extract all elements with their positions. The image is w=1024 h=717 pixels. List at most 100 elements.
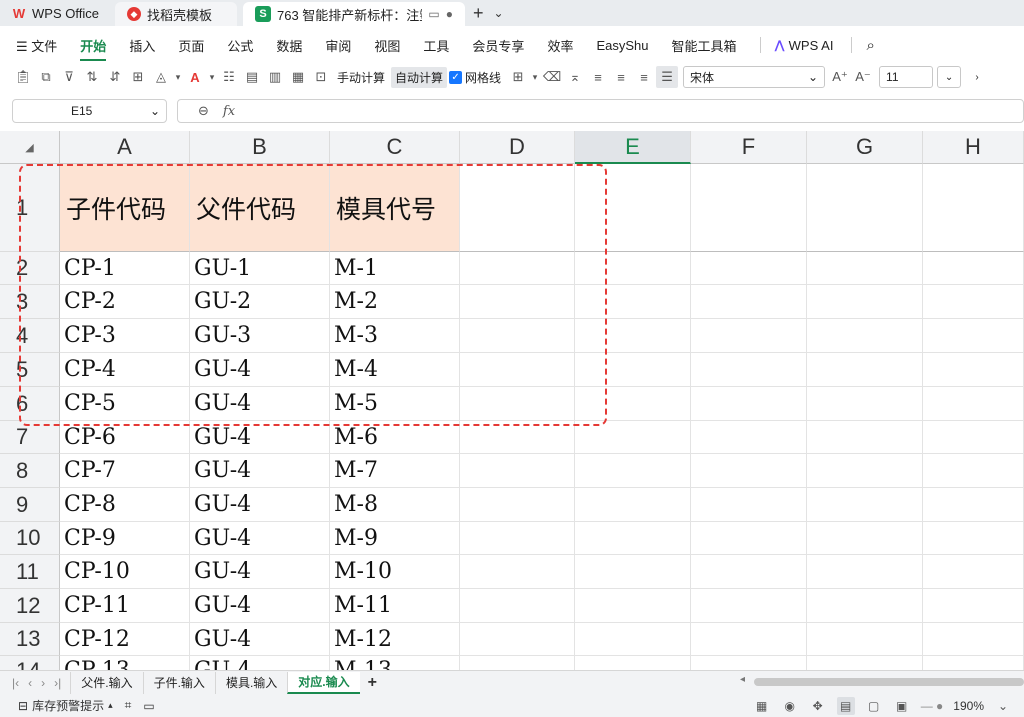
table-cell[interactable]: CP-12 <box>60 623 190 656</box>
table-cell[interactable] <box>923 421 1024 454</box>
menu-view[interactable]: 视图 <box>374 36 400 55</box>
fill-color-icon[interactable]: ◬ <box>150 66 172 88</box>
table-cell[interactable] <box>575 353 691 387</box>
table-cell[interactable] <box>460 285 575 319</box>
table-cell[interactable]: GU-4 <box>190 589 330 623</box>
table-cell[interactable]: CP-6 <box>60 421 190 454</box>
table-cell[interactable] <box>575 555 691 589</box>
menu-efficiency[interactable]: 效率 <box>547 36 573 55</box>
sheet-tab-child[interactable]: 子件.输入 <box>142 671 215 694</box>
table-cell[interactable]: M-6 <box>330 421 460 454</box>
table-cell[interactable] <box>691 589 807 623</box>
eye-protection-icon[interactable]: ◉ <box>781 697 799 715</box>
increase-font-icon[interactable]: A⁺ <box>829 66 851 88</box>
formula-input[interactable]: ⊖ fx <box>177 99 1024 123</box>
table-cell[interactable] <box>460 555 575 589</box>
table-cell[interactable] <box>923 623 1024 656</box>
menu-easyshu[interactable]: EasyShu <box>596 38 648 53</box>
table-cell[interactable] <box>691 252 807 285</box>
column-header-b[interactable]: B <box>190 131 330 164</box>
row-header[interactable]: 8 <box>0 454 60 488</box>
table-cell[interactable]: M-12 <box>330 623 460 656</box>
zoom-slider[interactable]: — ● <box>921 699 944 713</box>
table-cell[interactable]: M-3 <box>330 319 460 353</box>
table-cell[interactable] <box>807 252 923 285</box>
menu-file[interactable]: ☰ 文件 <box>16 36 57 55</box>
table-cell[interactable]: GU-4 <box>190 353 330 387</box>
table-cell[interactable]: GU-4 <box>190 555 330 589</box>
align-left-icon[interactable]: ≡ <box>587 66 609 88</box>
table-cell[interactable] <box>923 319 1024 353</box>
row-header[interactable]: 1 <box>0 164 60 252</box>
table-cell[interactable]: CP-1 <box>60 252 190 285</box>
format-painter-icon[interactable]: ⧉ <box>35 66 57 88</box>
column-header-a[interactable]: A <box>60 131 190 164</box>
record-macro-icon[interactable]: ⌗ <box>125 698 132 713</box>
cell-style-icon[interactable]: ⊞ <box>507 66 529 88</box>
table-cell[interactable]: CP-8 <box>60 488 190 522</box>
row-col-icon[interactable]: ☷ <box>218 66 240 88</box>
search-icon[interactable]: ⌕ <box>866 37 874 54</box>
sheet-icon[interactable]: ▤ <box>241 66 263 88</box>
template-tab[interactable]: ◆ 找稻壳模板 <box>115 2 237 26</box>
table-cell[interactable] <box>807 656 923 670</box>
spreadsheet-grid[interactable]: ◢ A B C D E F G H 1 子件代码 父件代码 模具代号 2 CP-1 GU-1 M-1 3 CP-2… <box>0 131 1024 670</box>
inventory-alert-item[interactable]: ⊟ 库存预警提示 ▴ <box>18 697 113 714</box>
border-icon[interactable]: ⊞ <box>127 66 149 88</box>
focus-icon[interactable]: ✥ <box>809 697 827 715</box>
row-header[interactable]: 14 <box>0 656 60 670</box>
normal-view-icon[interactable]: ▤ <box>836 696 855 715</box>
table-cell[interactable]: M-4 <box>330 353 460 387</box>
table-cell[interactable] <box>923 353 1024 387</box>
row-header[interactable]: 7 <box>0 421 60 454</box>
align-right-icon[interactable]: ≡ <box>633 66 655 88</box>
menu-review[interactable]: 审阅 <box>325 36 351 55</box>
table-header-cell[interactable] <box>923 164 1024 252</box>
table-cell[interactable] <box>923 387 1024 421</box>
menu-home[interactable]: 开始 <box>80 36 107 61</box>
page-break-icon[interactable]: ▣ <box>893 697 911 715</box>
font-color-icon[interactable]: A <box>184 66 206 88</box>
next-sheet-icon[interactable]: › <box>41 676 45 690</box>
table-style-icon[interactable]: ▦ <box>287 66 309 88</box>
table-cell[interactable]: CP-11 <box>60 589 190 623</box>
row-header[interactable]: 13 <box>0 623 60 656</box>
table-cell[interactable] <box>460 623 575 656</box>
last-sheet-icon[interactable]: ›| <box>54 676 61 690</box>
column-header-c[interactable]: C <box>330 131 460 164</box>
table-cell[interactable] <box>923 454 1024 488</box>
table-cell[interactable]: GU-4 <box>190 522 330 555</box>
column-header-f[interactable]: F <box>691 131 807 164</box>
table-cell[interactable] <box>460 589 575 623</box>
wps-ai-button[interactable]: ⋀ WPS AI <box>775 38 834 53</box>
table-cell[interactable] <box>575 589 691 623</box>
table-cell[interactable] <box>923 285 1024 319</box>
table-cell[interactable] <box>807 522 923 555</box>
zoom-level[interactable]: 190% <box>953 699 984 713</box>
toolbar-more-chevron-icon[interactable]: › <box>965 66 989 88</box>
table-header-cell[interactable] <box>807 164 923 252</box>
wps-office-tab[interactable]: W WPS Office <box>0 0 115 26</box>
table-cell[interactable]: GU-1 <box>190 252 330 285</box>
align-center-icon[interactable]: ≡ <box>610 66 632 88</box>
table-cell[interactable]: M-8 <box>330 488 460 522</box>
table-cell[interactable]: GU-4 <box>190 623 330 656</box>
menu-formula[interactable]: 公式 <box>227 36 253 55</box>
table-cell[interactable] <box>691 454 807 488</box>
font-size-chevron-icon[interactable]: ⌄ <box>937 66 962 88</box>
name-box[interactable]: E15 ⌄ <box>12 99 167 123</box>
tab-list-chevron-icon[interactable]: ⌄ <box>492 0 506 26</box>
table-cell[interactable] <box>691 488 807 522</box>
zoom-formula-icon[interactable]: ⊖ <box>198 103 209 119</box>
table-cell[interactable]: GU-4 <box>190 421 330 454</box>
table-cell[interactable] <box>575 522 691 555</box>
column-header-d[interactable]: D <box>460 131 575 164</box>
table-cell[interactable] <box>691 522 807 555</box>
table-cell[interactable]: CP-7 <box>60 454 190 488</box>
table-cell[interactable] <box>807 589 923 623</box>
table-cell[interactable] <box>460 421 575 454</box>
table-cell[interactable] <box>691 656 807 670</box>
menu-smart-toolbox[interactable]: 智能工具箱 <box>672 36 737 55</box>
table-cell[interactable] <box>923 522 1024 555</box>
menu-member[interactable]: 会员专享 <box>472 36 524 55</box>
